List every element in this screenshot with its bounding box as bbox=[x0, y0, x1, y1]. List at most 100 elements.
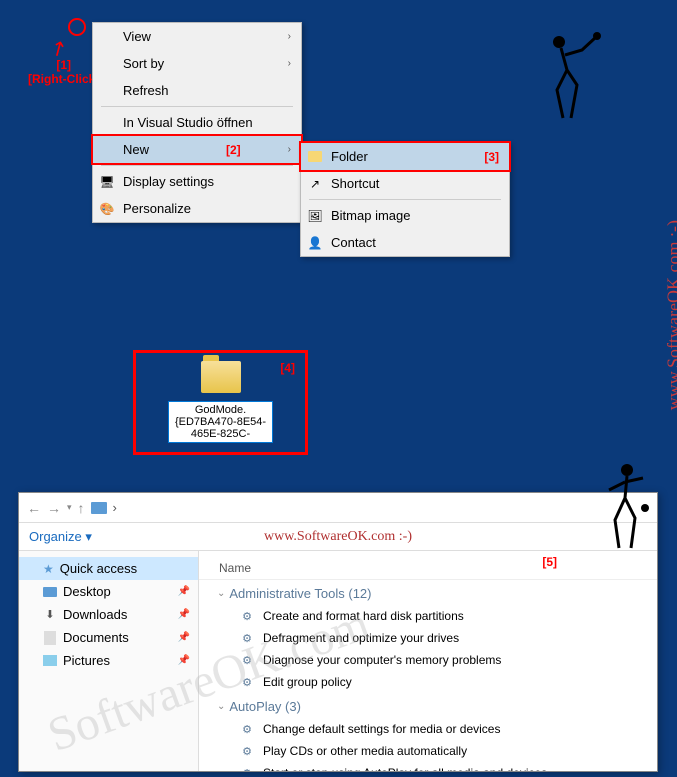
item-label: Play CDs or other media automatically bbox=[263, 744, 467, 758]
menu-item-sortby[interactable]: Sort by › bbox=[93, 50, 301, 77]
right-click-marker bbox=[68, 18, 86, 36]
new-submenu: Folder [3] ↗ Shortcut 🖼 Bitmap image 👤 C… bbox=[300, 142, 510, 257]
sidebar-label: Pictures bbox=[63, 653, 110, 668]
menu-item-new[interactable]: New [2] › bbox=[91, 134, 303, 165]
pin-icon: 📌 bbox=[178, 609, 190, 620]
settings-icon: ⚙ bbox=[239, 765, 255, 771]
sidebar-item-pictures[interactable]: Pictures 📌 bbox=[19, 649, 198, 672]
settings-icon: ⚙ bbox=[239, 721, 255, 737]
pin-icon: 📌 bbox=[178, 655, 190, 666]
sidebar-item-desktop[interactable]: Desktop 📌 bbox=[19, 580, 198, 603]
monitor-icon: 🖥 bbox=[99, 174, 115, 190]
column-header-name[interactable]: Name bbox=[199, 557, 657, 580]
desktop-folder-rename: [4] GodMode.{ED7BA470-8E54-465E-825C- bbox=[133, 350, 308, 455]
menu-item-refresh[interactable]: Refresh bbox=[93, 77, 301, 104]
star-icon: ★ bbox=[43, 562, 54, 576]
pictures-icon bbox=[43, 654, 57, 668]
annotation-1-num: [1] bbox=[28, 58, 99, 72]
sidebar-label: Desktop bbox=[63, 584, 111, 599]
list-item[interactable]: ⚙ Diagnose your computer's memory problem… bbox=[199, 649, 657, 671]
shortcut-icon: ↗ bbox=[307, 176, 323, 192]
up-button[interactable]: ↑ bbox=[78, 500, 85, 516]
item-label: Edit group policy bbox=[263, 675, 352, 689]
chevron-right-icon: › bbox=[288, 31, 291, 42]
menu-label: View bbox=[123, 29, 151, 44]
annotation-3: [3] bbox=[484, 150, 499, 164]
chevron-down-icon: ⌄ bbox=[217, 588, 225, 599]
forward-button[interactable]: → bbox=[47, 500, 61, 516]
item-label: Change default settings for media or dev… bbox=[263, 722, 500, 736]
menu-label: Bitmap image bbox=[331, 208, 410, 223]
contact-icon: 👤 bbox=[307, 235, 323, 251]
desktop-icon bbox=[43, 585, 57, 599]
item-label: Start or stop using AutoPlay for all med… bbox=[263, 766, 547, 771]
list-item[interactable]: ⚙ Defragment and optimize your drives bbox=[199, 627, 657, 649]
settings-icon: ⚙ bbox=[239, 608, 255, 624]
submenu-item-contact[interactable]: 👤 Contact bbox=[301, 229, 509, 256]
menu-label: Folder bbox=[331, 149, 368, 164]
group-title: AutoPlay (3) bbox=[229, 699, 301, 714]
group-title: Administrative Tools (12) bbox=[229, 586, 371, 601]
annotation-1-text: [Right-Click] bbox=[28, 72, 99, 86]
sidebar-label: Downloads bbox=[63, 607, 127, 622]
chevron-right-icon: › bbox=[288, 144, 291, 155]
settings-icon: ⚙ bbox=[239, 743, 255, 759]
menu-separator bbox=[309, 199, 501, 200]
menu-item-visualstudio[interactable]: In Visual Studio öffnen bbox=[93, 109, 301, 136]
sidebar-item-documents[interactable]: Documents 📌 bbox=[19, 626, 198, 649]
annotation-4: [4] bbox=[280, 361, 295, 375]
menu-label: Refresh bbox=[123, 83, 169, 98]
sidebar-quick-access[interactable]: ★ Quick access bbox=[19, 557, 198, 580]
group-autoplay[interactable]: ⌄ AutoPlay (3) bbox=[199, 693, 657, 718]
folder-name-input[interactable]: GodMode.{ED7BA470-8E54-465E-825C- bbox=[168, 401, 273, 443]
list-item[interactable]: ⚙ Edit group policy bbox=[199, 671, 657, 693]
watermark-vertical: www.SoftwareOK.com :-) bbox=[663, 220, 677, 410]
submenu-item-shortcut[interactable]: ↗ Shortcut bbox=[301, 170, 509, 197]
explorer-body: ★ Quick access Desktop 📌 ⬇ Downloads 📌 D… bbox=[19, 551, 657, 771]
menu-label: Contact bbox=[331, 235, 376, 250]
folder-icon[interactable] bbox=[201, 361, 241, 393]
menu-label: Sort by bbox=[123, 56, 164, 71]
location-icon[interactable] bbox=[91, 502, 107, 514]
soccer-silhouette-icon bbox=[597, 460, 657, 550]
back-button[interactable]: ← bbox=[27, 500, 41, 516]
documents-icon bbox=[43, 631, 57, 645]
item-label: Create and format hard disk partitions bbox=[263, 609, 464, 623]
organize-button[interactable]: Organize ▾ bbox=[29, 529, 92, 545]
submenu-item-bitmap[interactable]: 🖼 Bitmap image bbox=[301, 202, 509, 229]
menu-item-personalize[interactable]: 🎨 Personalize bbox=[93, 195, 301, 222]
list-item[interactable]: ⚙ Create and format hard disk partitions bbox=[199, 605, 657, 627]
history-dropdown-icon[interactable]: ▾ bbox=[67, 502, 72, 513]
annotation-5: [5] bbox=[542, 555, 557, 569]
menu-item-view[interactable]: View › bbox=[93, 23, 301, 50]
soccer-silhouette-icon bbox=[547, 30, 607, 120]
submenu-item-folder[interactable]: Folder [3] bbox=[299, 141, 511, 172]
watermark-text: www.SoftwareOK.com :-) bbox=[264, 529, 412, 545]
explorer-address-bar: ← → ▾ ↑ › bbox=[19, 493, 657, 523]
list-item[interactable]: ⚙ Play CDs or other media automatically bbox=[199, 740, 657, 762]
menu-label: New bbox=[123, 142, 149, 157]
sidebar-label: Quick access bbox=[60, 561, 137, 576]
annotation-2: [2] bbox=[226, 143, 241, 157]
group-admin-tools[interactable]: ⌄ Administrative Tools (12) bbox=[199, 580, 657, 605]
menu-label: Personalize bbox=[123, 201, 191, 216]
personalize-icon: 🎨 bbox=[99, 201, 115, 217]
menu-label: Shortcut bbox=[331, 176, 379, 191]
item-label: Defragment and optimize your drives bbox=[263, 631, 459, 645]
desktop-context-menu: View › Sort by › Refresh In Visual Studi… bbox=[92, 22, 302, 223]
explorer-window: ← → ▾ ↑ › Organize ▾ www.SoftwareOK.com … bbox=[18, 492, 658, 772]
menu-label: In Visual Studio öffnen bbox=[123, 115, 253, 130]
settings-icon: ⚙ bbox=[239, 630, 255, 646]
pin-icon: 📌 bbox=[178, 586, 190, 597]
downloads-icon: ⬇ bbox=[43, 608, 57, 622]
list-item[interactable]: ⚙ Start or stop using AutoPlay for all me… bbox=[199, 762, 657, 771]
chevron-right-icon: › bbox=[288, 58, 291, 69]
menu-item-display-settings[interactable]: 🖥 Display settings bbox=[93, 168, 301, 195]
explorer-sidebar: ★ Quick access Desktop 📌 ⬇ Downloads 📌 D… bbox=[19, 551, 199, 771]
breadcrumb-separator: › bbox=[113, 500, 117, 515]
item-label: Diagnose your computer's memory problems bbox=[263, 653, 501, 667]
sidebar-item-downloads[interactable]: ⬇ Downloads 📌 bbox=[19, 603, 198, 626]
settings-icon: ⚙ bbox=[239, 674, 255, 690]
list-item[interactable]: ⚙ Change default settings for media or de… bbox=[199, 718, 657, 740]
settings-icon: ⚙ bbox=[239, 652, 255, 668]
